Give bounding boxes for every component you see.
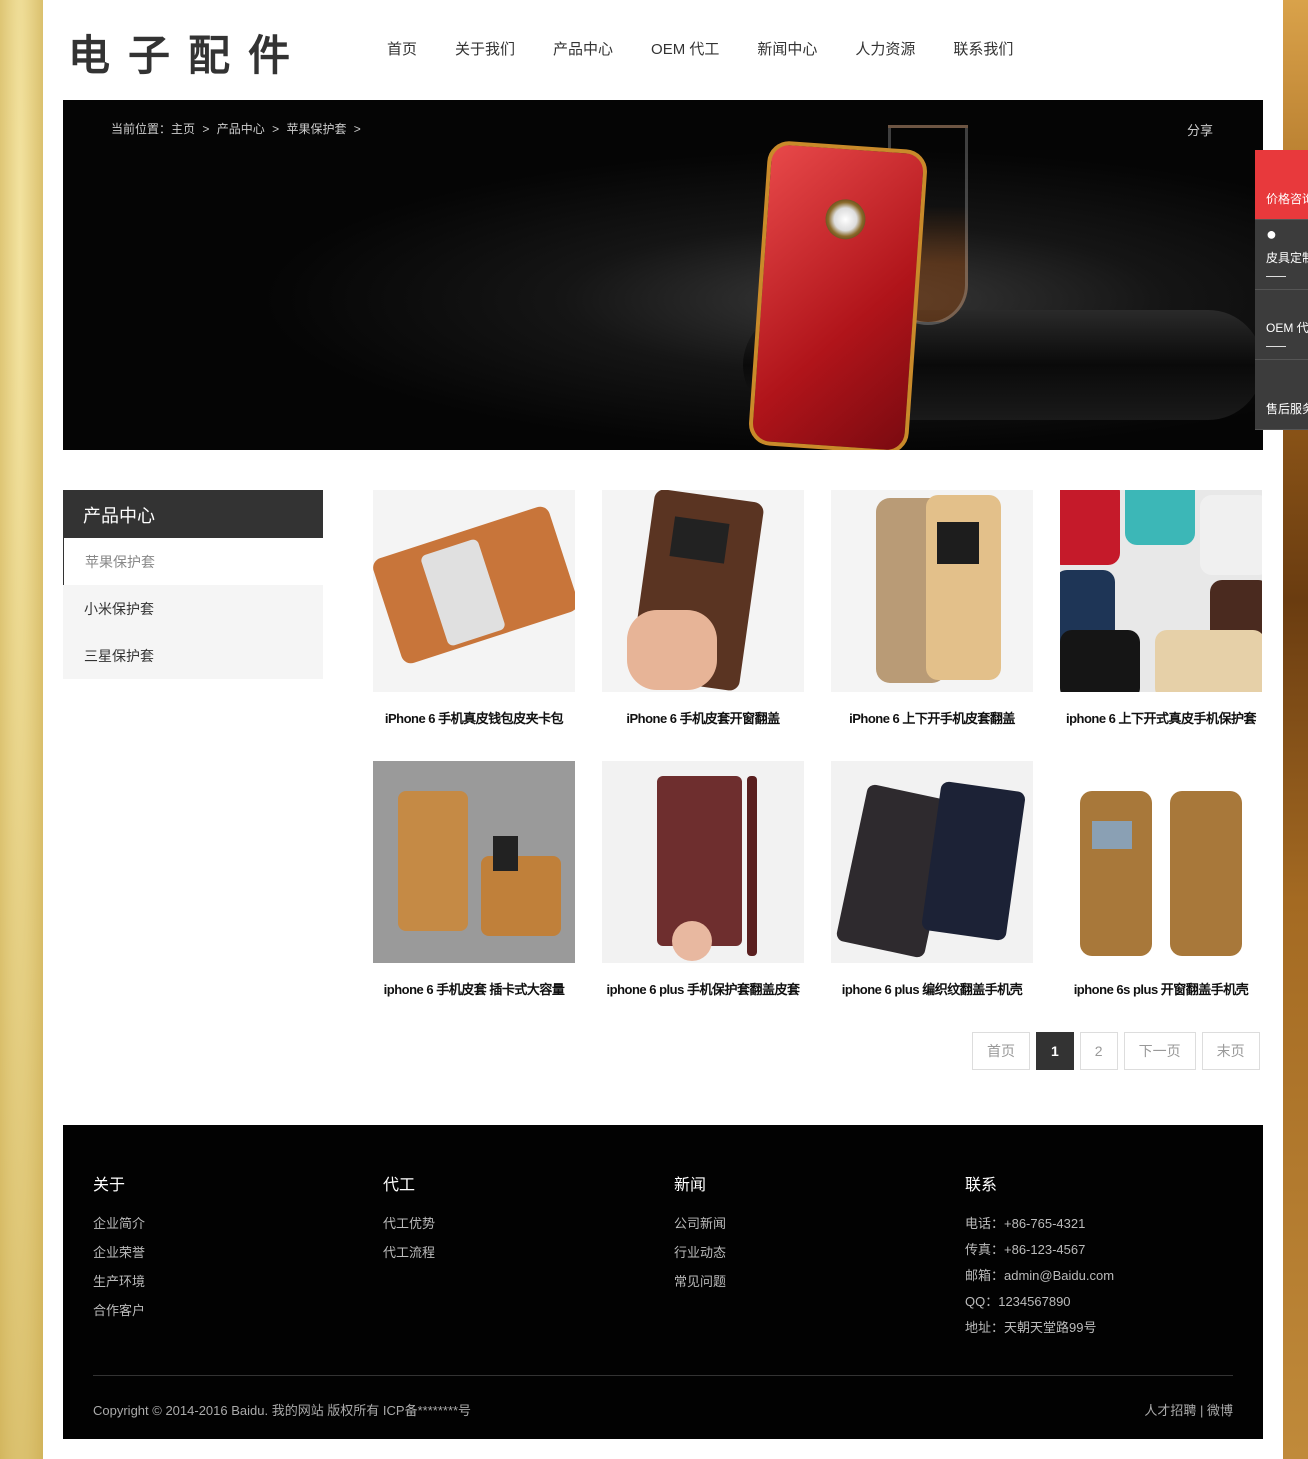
product-title[interactable]: iphone 6 plus 手机保护套翻盖皮套 xyxy=(602,979,804,998)
footer-col-news: 新闻 公司新闻 行业动态 常见问题 xyxy=(674,1177,727,1290)
page-next[interactable]: 下一页 xyxy=(1123,1032,1196,1070)
product-card[interactable]: iphone 6 上下开式真皮手机保护套 xyxy=(1060,490,1262,727)
sidebar-item-xiaomi[interactable]: 小米保护套 xyxy=(63,585,323,632)
nav-news[interactable]: 新闻中心 xyxy=(757,38,817,59)
nav-hr[interactable]: 人力资源 xyxy=(855,38,915,59)
nav-oem[interactable]: OEM 代工 xyxy=(651,38,719,59)
copyright: Copyright © 2014-2016 Baidu. 我的网站 版权所有 I… xyxy=(93,1403,472,1418)
product-title[interactable]: iphone 6 plus 编织纹翻盖手机壳 xyxy=(831,979,1033,998)
contact-qq: QQ：1234567890 xyxy=(965,1294,1071,1309)
product-card[interactable]: iphone 6 plus 手机保护套翻盖皮套 xyxy=(602,761,804,998)
product-card[interactable]: iphone 6 手机皮套 插卡式大容量 xyxy=(373,761,575,998)
product-card[interactable]: iphone 6 plus 编织纹翻盖手机壳 xyxy=(831,761,1033,998)
product-card[interactable]: iphone 6s plus 开窗翻盖手机壳 xyxy=(1060,761,1262,998)
pagination: 首页 1 2 下一页 末页 xyxy=(972,1032,1266,1070)
footer-col-about: 关于 企业简介 企业荣誉 生产环境 合作客户 xyxy=(93,1177,146,1319)
product-image[interactable] xyxy=(602,761,804,963)
float-bar: 价格咨询 ● 皮具定制 OEM 代工 售后服务 xyxy=(1255,150,1308,430)
product-image[interactable] xyxy=(1060,761,1262,963)
product-card[interactable]: iPhone 6 手机皮套开窗翻盖 xyxy=(602,490,804,727)
footer-link[interactable]: 合作客户 xyxy=(93,1300,145,1319)
page-2[interactable]: 2 xyxy=(1079,1032,1118,1070)
breadcrumb-products[interactable]: 产品中心 xyxy=(217,122,265,136)
product-card[interactable]: iPhone 6 上下开手机皮套翻盖 xyxy=(831,490,1033,727)
footer-link[interactable]: 企业简介 xyxy=(93,1213,145,1232)
product-image[interactable] xyxy=(1060,490,1262,692)
footer-col-contact: 联系 电话：+86-765-4321 传真：+86-123-4567 邮箱：ad… xyxy=(965,1177,1115,1335)
sidebar-list: 苹果保护套 小米保护套 三星保护套 xyxy=(63,538,323,679)
float-oem[interactable]: OEM 代工 xyxy=(1255,290,1308,360)
contact-phone: 电话：+86-765-4321 xyxy=(965,1216,1086,1231)
product-card[interactable]: iPhone 6 手机真皮钱包皮夹卡包 xyxy=(373,490,575,727)
contact-address: 地址：天朝天堂路99号 xyxy=(965,1320,1097,1335)
breadcrumb-current[interactable]: 当前位置：主页 xyxy=(111,122,195,136)
product-image[interactable] xyxy=(373,490,575,692)
nav-contact[interactable]: 联系我们 xyxy=(953,38,1013,59)
footer-divider xyxy=(93,1375,1233,1376)
footer-link[interactable]: 常见问题 xyxy=(674,1271,726,1290)
breadcrumb-apple[interactable]: 苹果保护套 xyxy=(286,122,346,136)
banner-phone-image xyxy=(747,139,929,450)
footer-link[interactable]: 企业荣誉 xyxy=(93,1242,145,1261)
contact-email[interactable]: 邮箱：admin@Baidu.com xyxy=(965,1265,1114,1284)
nav-about[interactable]: 关于我们 xyxy=(455,38,515,59)
share-button[interactable]: 分享 xyxy=(1187,120,1213,139)
product-title[interactable]: iphone 6 上下开式真皮手机保护套 xyxy=(1060,708,1262,727)
contact-fax: 传真：+86-123-4567 xyxy=(965,1242,1086,1257)
banner: 当前位置：主页 > 产品中心 > 苹果保护套 > 分享 xyxy=(63,100,1263,450)
footer: 关于 企业简介 企业荣誉 生产环境 合作客户 代工 代工优势 代工流程 新闻 公… xyxy=(63,1125,1263,1439)
footer-link[interactable]: 公司新闻 xyxy=(674,1213,726,1232)
sidebar-item-samsung[interactable]: 三星保护套 xyxy=(63,632,323,679)
background-left xyxy=(0,0,43,1459)
float-service[interactable]: 售后服务 xyxy=(1255,360,1308,430)
footer-link[interactable]: 生产环境 xyxy=(93,1271,145,1290)
product-title[interactable]: iPhone 6 手机皮套开窗翻盖 xyxy=(602,708,804,727)
float-price-inquiry[interactable]: 价格咨询 xyxy=(1255,150,1308,220)
product-title[interactable]: iPhone 6 手机真皮钱包皮夹卡包 xyxy=(373,708,575,727)
page-first[interactable]: 首页 xyxy=(972,1032,1030,1070)
footer-col-oem: 代工 代工优势 代工流程 xyxy=(383,1177,436,1261)
product-image[interactable] xyxy=(602,490,804,692)
page-last[interactable]: 末页 xyxy=(1201,1032,1260,1070)
product-image[interactable] xyxy=(373,761,575,963)
sidebar-item-apple[interactable]: 苹果保护套 xyxy=(63,538,323,585)
qq-icon: ● xyxy=(1266,224,1277,244)
product-title[interactable]: iPhone 6 上下开手机皮套翻盖 xyxy=(831,708,1033,727)
main-nav: 首页 关于我们 产品中心 OEM 代工 新闻中心 人力资源 联系我们 xyxy=(387,38,1051,59)
footer-bottom-links[interactable]: 人才招聘 | 微博 xyxy=(1144,1400,1233,1419)
float-custom[interactable]: ● 皮具定制 xyxy=(1255,220,1308,290)
sidebar-title: 产品中心 xyxy=(63,490,323,538)
nav-home[interactable]: 首页 xyxy=(387,38,417,59)
nav-products[interactable]: 产品中心 xyxy=(553,38,613,59)
product-title[interactable]: iphone 6 手机皮套 插卡式大容量 xyxy=(373,979,575,998)
site-logo[interactable]: 电子配件 xyxy=(68,22,308,80)
footer-link[interactable]: 代工流程 xyxy=(383,1242,435,1261)
footer-link[interactable]: 行业动态 xyxy=(674,1242,726,1261)
page-container: 电子配件 首页 关于我们 产品中心 OEM 代工 新闻中心 人力资源 联系我们 … xyxy=(43,0,1283,1459)
product-image[interactable] xyxy=(831,761,1033,963)
page-1[interactable]: 1 xyxy=(1036,1032,1074,1070)
product-title[interactable]: iphone 6s plus 开窗翻盖手机壳 xyxy=(1060,979,1262,998)
breadcrumb: 当前位置：主页 > 产品中心 > 苹果保护套 > xyxy=(111,122,361,136)
product-image[interactable] xyxy=(831,490,1033,692)
footer-link[interactable]: 代工优势 xyxy=(383,1213,435,1232)
